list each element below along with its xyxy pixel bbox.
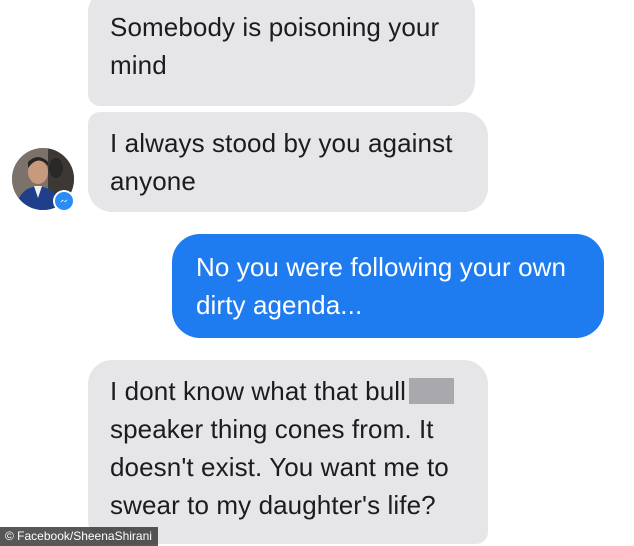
message-bubble-incoming[interactable]: I always stood by you against anyone — [88, 112, 488, 212]
message-text-line: mind — [110, 50, 167, 80]
photo-credit-watermark: © Facebook/SheenaShirani — [0, 527, 158, 546]
messenger-icon — [53, 190, 75, 212]
message-text-segment: I dont know what that bull — [110, 376, 407, 406]
censor-block — [409, 378, 455, 404]
message-bubble-incoming[interactable]: I dont know what that bull speaker thing… — [88, 360, 488, 544]
message-text-line: anyone — [110, 166, 196, 196]
message-text-line: No you were following your own — [196, 252, 567, 282]
message-text-line: Somebody is poisoning your — [110, 12, 440, 42]
message-text-line: swear to my daughter's life? — [110, 490, 436, 520]
message-text-line: speaker thing cones from. It — [110, 414, 434, 444]
message-bubble-incoming[interactable]: Somebody is poisoning your mind — [88, 0, 475, 106]
message-text-line: doesn't exist. You want me to — [110, 452, 449, 482]
conversation-thread: Somebody is poisoning your mind I always… — [0, 0, 634, 546]
message-text-line: I always stood by you against — [110, 128, 453, 158]
message-text-line: I dont know what that bull — [110, 372, 468, 410]
message-bubble-outgoing[interactable]: No you were following your own dirty age… — [172, 234, 604, 338]
message-text-line: dirty agenda... — [196, 290, 363, 320]
